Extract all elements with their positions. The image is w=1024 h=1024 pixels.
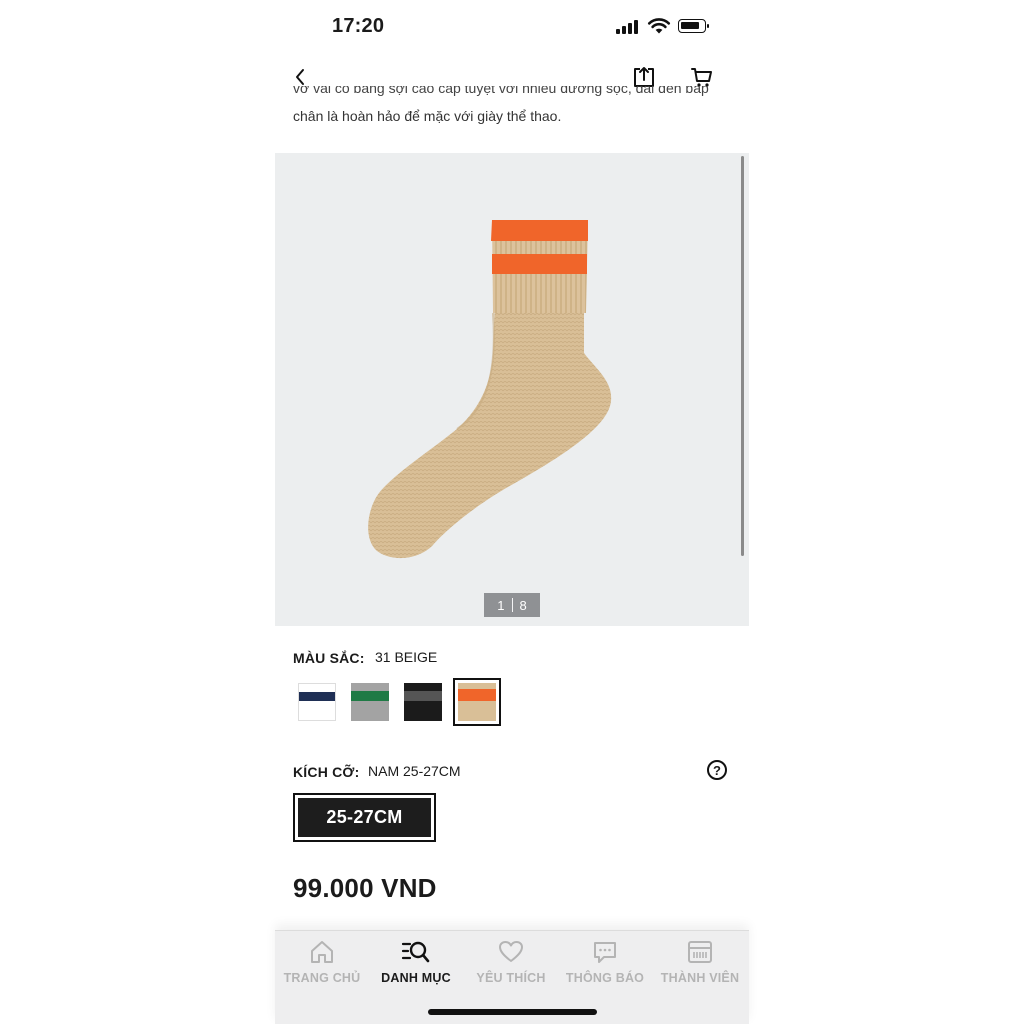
battery-icon	[678, 19, 709, 33]
nav-notifications-label: THÔNG BÁO	[565, 971, 645, 985]
size-value: NAM 25-27CM	[368, 763, 461, 779]
color-label: MÀU SẮC:	[293, 650, 365, 666]
image-scrollbar[interactable]	[741, 156, 744, 556]
question-circle-icon: ?	[713, 762, 721, 778]
chevron-left-icon	[296, 69, 304, 85]
nav-home-label: TRANG CHỦ	[283, 971, 361, 985]
product-description: chân là hoàn hảo để mặc với giày thể tha…	[293, 108, 562, 124]
catalog-search-icon	[401, 941, 430, 963]
size-option-25-27cm[interactable]: 25-27CM	[293, 793, 436, 842]
nav-member[interactable]: THÀNH VIÊN	[653, 939, 747, 985]
image-pager: 1 8	[484, 593, 540, 617]
pager-total: 8	[519, 597, 527, 613]
cellular-signal-icon	[616, 20, 640, 34]
description-partial: vớ vải cổ bằng sợi cao cấp tuyệt với nhi…	[293, 86, 709, 96]
nav-catalog-label: DANH MỤC	[381, 971, 451, 985]
nav-home[interactable]: TRANG CHỦ	[275, 939, 369, 985]
nav-favorites-label: YÊU THÍCH	[476, 971, 546, 985]
size-option-label: 25-27CM	[298, 798, 431, 837]
wifi-icon	[647, 18, 671, 34]
chat-bubble-icon	[594, 942, 616, 963]
pager-divider	[511, 598, 513, 612]
member-card-icon	[688, 941, 712, 963]
nav-favorites[interactable]: YÊU THÍCH	[464, 939, 558, 985]
home-indicator[interactable]	[428, 1009, 597, 1015]
size-guide-button[interactable]: ?	[707, 760, 727, 780]
color-value: 31 BEIGE	[375, 649, 438, 665]
color-swatch-navy[interactable]	[295, 680, 339, 724]
product-image-carousel[interactable]	[275, 153, 749, 626]
size-label: KÍCH CỠ:	[293, 764, 360, 780]
color-swatch-green[interactable]	[348, 680, 392, 724]
product-price: 99.000 VND	[293, 873, 437, 903]
status-time: 17:20	[332, 15, 385, 37]
nav-notifications[interactable]: THÔNG BÁO	[558, 939, 652, 985]
color-swatch-beige[interactable]	[453, 678, 501, 726]
heart-icon	[499, 941, 523, 962]
sock-product-image	[368, 220, 612, 559]
pager-current: 1	[497, 597, 505, 613]
color-swatch-black[interactable]	[401, 680, 445, 724]
nav-catalog[interactable]: DANH MỤC	[369, 939, 463, 985]
nav-member-label: THÀNH VIÊN	[660, 971, 740, 985]
home-icon	[311, 941, 333, 963]
